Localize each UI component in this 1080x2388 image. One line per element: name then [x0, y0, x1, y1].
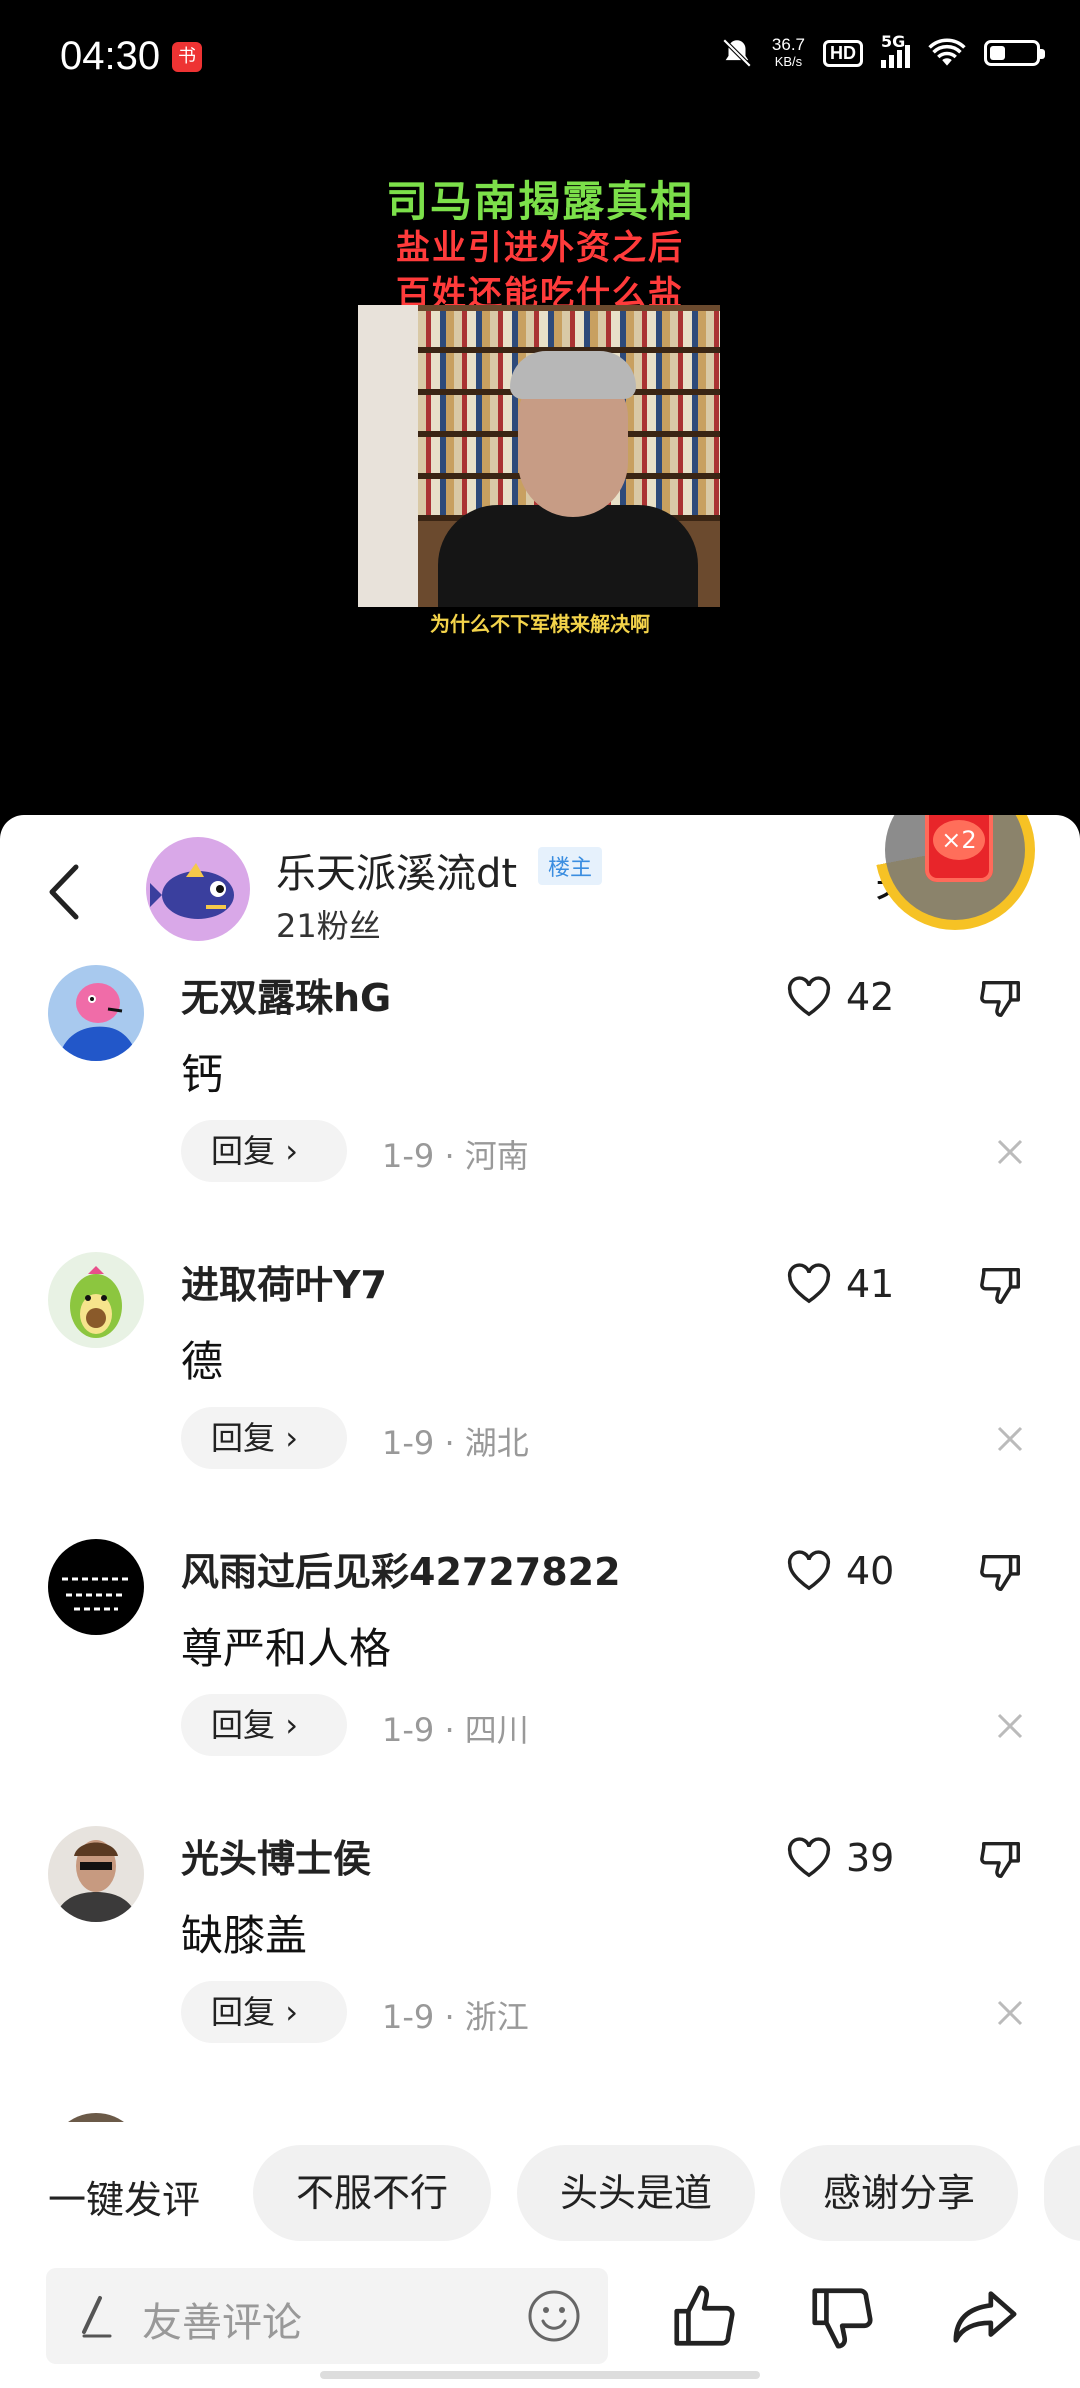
close-icon[interactable] [995, 1137, 1025, 1167]
comment-meta: 1-9 · 湖北 [382, 1424, 529, 1462]
net-speed: 36.7 KB/s [771, 35, 805, 69]
comment-item: 风雨过后见彩42727822 尊严和人格 40 回复 › 1-9 · 四川 [0, 1539, 1080, 1826]
like-button[interactable]: 40 [786, 1543, 926, 1599]
reply-button[interactable]: 回复 › [181, 1694, 347, 1756]
mute-bell-icon [722, 38, 752, 68]
like-count: 41 [846, 1262, 895, 1306]
dislike-icon[interactable] [978, 1549, 1024, 1595]
video-subtitle: 为什么不下军棋来解决啊 [430, 612, 650, 636]
screen: 04:30 书 36.7 KB/s HD 5G 司马南揭露真相 盐业引进外资之后 … [0, 0, 1080, 2388]
comment-meta: 1-9 · 河南 [382, 1137, 529, 1175]
share-icon[interactable] [950, 2282, 1020, 2352]
comment-item-partial [0, 2113, 1080, 2122]
reply-button[interactable]: 回复 › [181, 1981, 347, 2043]
dislike-icon[interactable] [978, 975, 1024, 1021]
commenter-avatar[interactable] [48, 1826, 144, 1922]
quick-reply-label: 一键发评 [48, 2178, 201, 2222]
pen-icon [82, 2296, 112, 2338]
status-bar: 04:30 书 36.7 KB/s HD 5G [0, 0, 1080, 120]
video-frame [358, 305, 720, 607]
commenter-avatar[interactable] [48, 1539, 144, 1635]
quick-reply-chip[interactable]: 感谢分享 [780, 2145, 1018, 2241]
thumbs-down-icon[interactable] [806, 2282, 876, 2352]
like-button[interactable]: 39 [786, 1830, 926, 1886]
dislike-icon[interactable] [978, 1262, 1024, 1308]
close-icon[interactable] [995, 1998, 1025, 2028]
comment-text: 钙 [181, 1050, 224, 1099]
author-name[interactable]: 乐天派溪流dt [276, 841, 517, 899]
commenter-name[interactable]: 光头博士侯 [181, 1828, 371, 1883]
back-arrow-icon[interactable] [40, 857, 90, 927]
owner-badge: 楼主 [538, 847, 603, 885]
fans-count: 21粉丝 [276, 907, 381, 945]
wifi-icon [928, 38, 966, 66]
commenter-avatar[interactable] [48, 965, 144, 1061]
quick-reply-chip[interactable]: 不服不行 [253, 2145, 491, 2241]
commenter-avatar[interactable] [48, 1252, 144, 1348]
commenter-name[interactable]: 无双露珠hG [181, 967, 391, 1022]
comment-item: 无双露珠hG 钙 42 回复 › 1-9 · 河南 [0, 965, 1080, 1252]
like-count: 40 [846, 1549, 895, 1593]
comment-text: 德 [181, 1337, 224, 1386]
signal-icon: 5G [881, 32, 910, 68]
thumbs-up-icon[interactable] [668, 2282, 738, 2352]
dislike-icon[interactable] [978, 1836, 1024, 1882]
like-count: 42 [846, 975, 895, 1019]
video-player[interactable]: 司马南揭露真相 盐业引进外资之后 百姓还能吃什么盐 为什么不下军棋来解决啊 [0, 120, 1080, 820]
follow-button-area[interactable]: 关注 ×2 [875, 815, 1035, 930]
commenter-name[interactable]: 进取荷叶Y7 [181, 1254, 387, 1309]
author-avatar[interactable] [146, 837, 250, 941]
quick-reply-chip[interactable]: 头头是道 [517, 2145, 755, 2241]
heart-icon [787, 1837, 831, 1878]
close-icon[interactable] [995, 1711, 1025, 1741]
like-count: 39 [846, 1836, 895, 1880]
quick-reply-chip-partial[interactable] [1044, 2145, 1080, 2241]
app-notification-icon: 书 [172, 42, 202, 72]
heart-icon [787, 1550, 831, 1591]
reply-button[interactable]: 回复 › [181, 1407, 347, 1469]
comment-meta: 1-9 · 四川 [382, 1711, 529, 1749]
like-button[interactable]: 42 [786, 969, 926, 1025]
comment-panel: 乐天派溪流dt 楼主 21粉丝 关注 ×2 无双露珠hG 钙 42 [0, 815, 1080, 2388]
comment-text: 缺膝盖 [181, 1911, 308, 1960]
like-button[interactable]: 41 [786, 1256, 926, 1312]
home-indicator [320, 2371, 760, 2379]
reply-button[interactable]: 回复 › [181, 1120, 347, 1182]
close-icon[interactable] [995, 1424, 1025, 1454]
panel-header: 乐天派溪流dt 楼主 21粉丝 关注 ×2 [0, 815, 1080, 965]
battery-icon [984, 40, 1045, 66]
comment-meta: 1-9 · 浙江 [382, 1998, 529, 2036]
red-packet-icon[interactable]: ×2 [925, 815, 993, 882]
commenter-name[interactable]: 风雨过后见彩42727822 [181, 1541, 621, 1596]
video-title-line-2: 盐业引进外资之后 [396, 228, 684, 268]
quick-reply-bar: 一键发评 不服不行 头头是道 感谢分享 [0, 2145, 1080, 2245]
comment-list[interactable]: 无双露珠hG 钙 42 回复 › 1-9 · 河南 进取荷叶Y7 德 41 回复… [0, 965, 1080, 2122]
bottom-bar: 友善评论 [0, 2268, 1080, 2388]
comment-text: 尊严和人格 [181, 1624, 392, 1673]
status-time: 04:30 [60, 34, 161, 78]
comment-input-placeholder: 友善评论 [142, 2300, 302, 2346]
comment-item: 进取荷叶Y7 德 41 回复 › 1-9 · 湖北 [0, 1252, 1080, 1539]
emoji-icon[interactable] [526, 2288, 582, 2344]
status-icons: 36.7 KB/s HD 5G [720, 32, 1045, 70]
comment-input[interactable]: 友善评论 [46, 2268, 608, 2364]
comment-item: 光头博士侯 缺膝盖 39 回复 › 1-9 · 浙江 [0, 1826, 1080, 2113]
heart-icon [787, 1263, 831, 1304]
heart-icon [787, 976, 831, 1017]
commenter-avatar[interactable] [48, 2113, 144, 2122]
hd-badge: HD [823, 39, 863, 67]
